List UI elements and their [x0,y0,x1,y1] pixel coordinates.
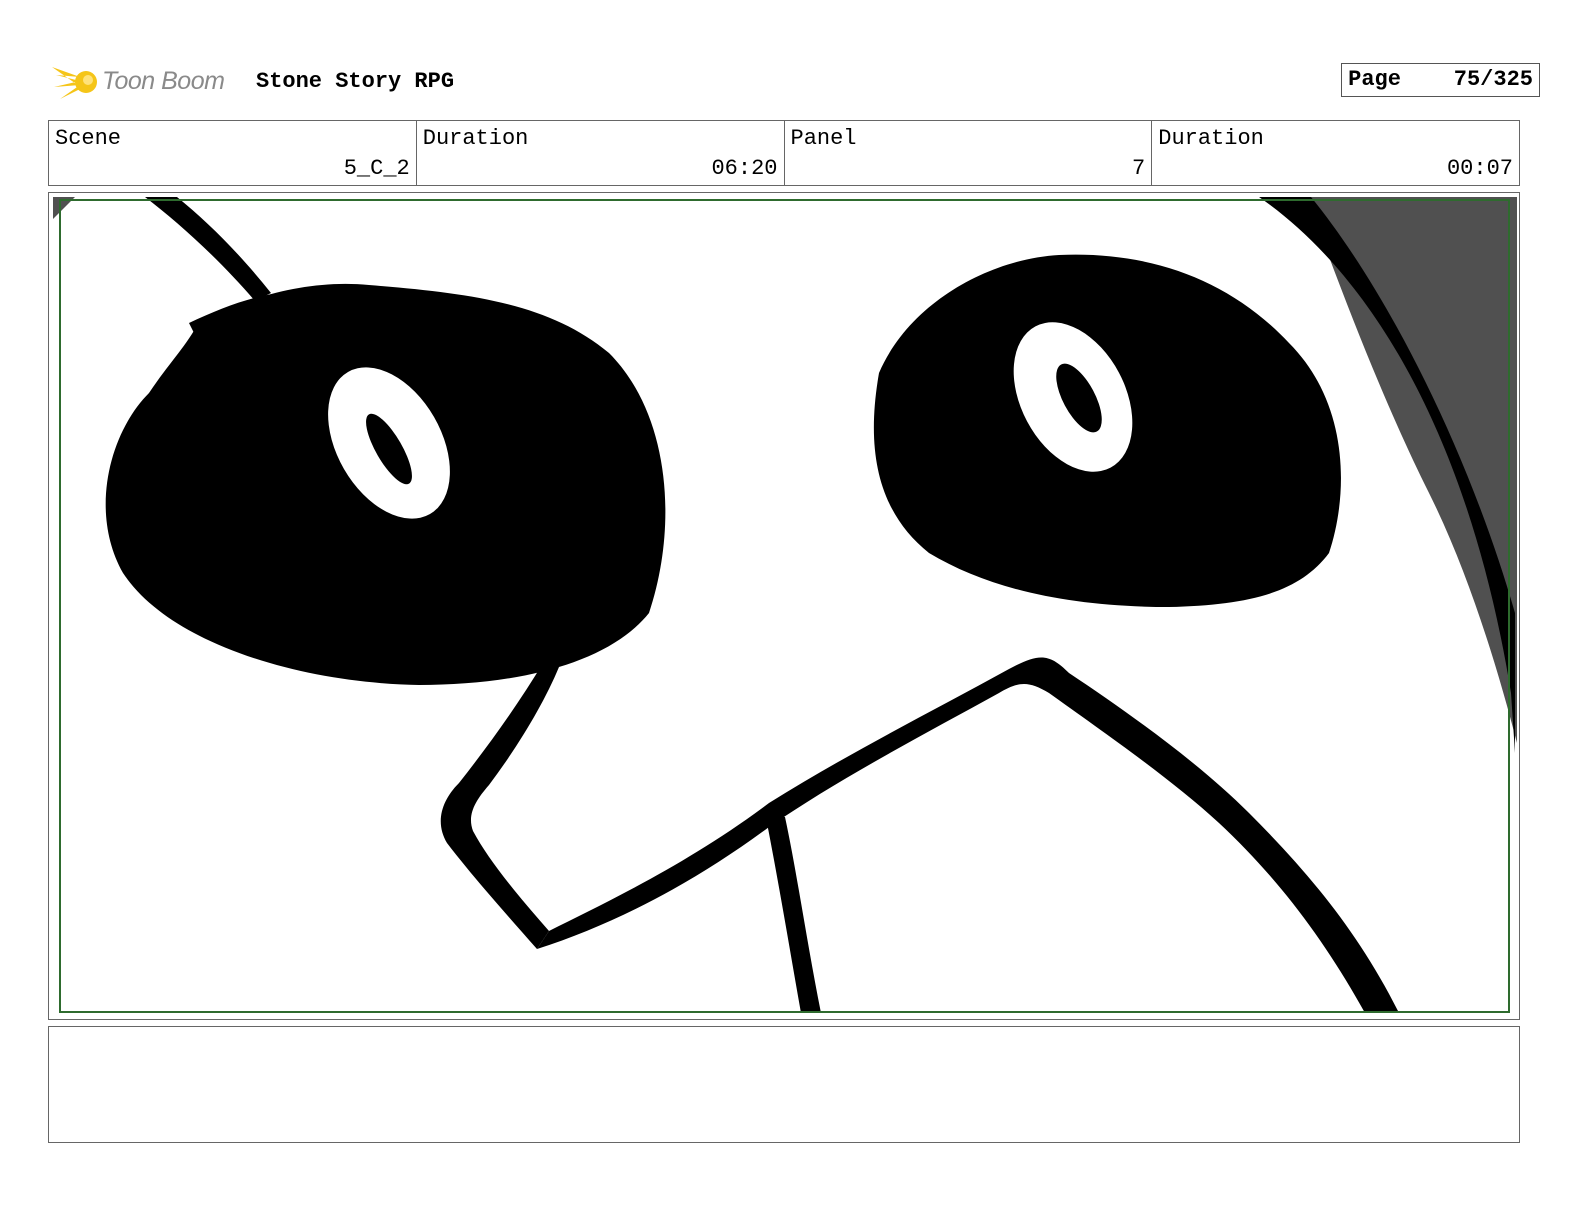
storyboard-header: Toon Boom Stone Story RPG Page 75/325 [50,55,1540,110]
hair-stroke [145,197,271,301]
panel-duration-value: 00:07 [1446,156,1513,181]
scene-duration-cell: Duration 06:20 [417,121,785,185]
page-indicator: Page 75/325 [1341,63,1540,97]
panel-duration-cell: Duration 00:07 [1152,121,1519,185]
panel-duration-label: Duration [1158,126,1264,151]
storyboard-panel-image [48,192,1520,1020]
panel-cell: Panel 7 [785,121,1153,185]
panel-notes-box[interactable] [48,1026,1520,1143]
scene-duration-value: 06:20 [711,156,778,181]
scene-label: Scene [55,126,122,151]
page-number: 75/325 [1453,67,1533,92]
page-label: Page [1348,67,1401,92]
logo-text: Toon Boom [102,67,225,95]
scene-duration-label: Duration [422,126,529,151]
panel-label: Panel [790,126,857,151]
panel-info-table: Scene 5_C_2 Duration 06:20 Panel 7 Durat… [48,120,1520,186]
toon-boom-logo-icon [52,67,97,99]
toon-boom-logo: Toon Boom [50,57,240,107]
scene-value: 5_C_2 [343,156,410,181]
mouth-line [537,657,1399,1013]
chin-line [765,813,821,1013]
nose-line [440,663,559,949]
scene-cell: Scene 5_C_2 [49,121,417,185]
project-title: Stone Story RPG [256,69,455,94]
panel-drawing [53,197,1517,1013]
panel-value: 7 [1132,156,1146,181]
